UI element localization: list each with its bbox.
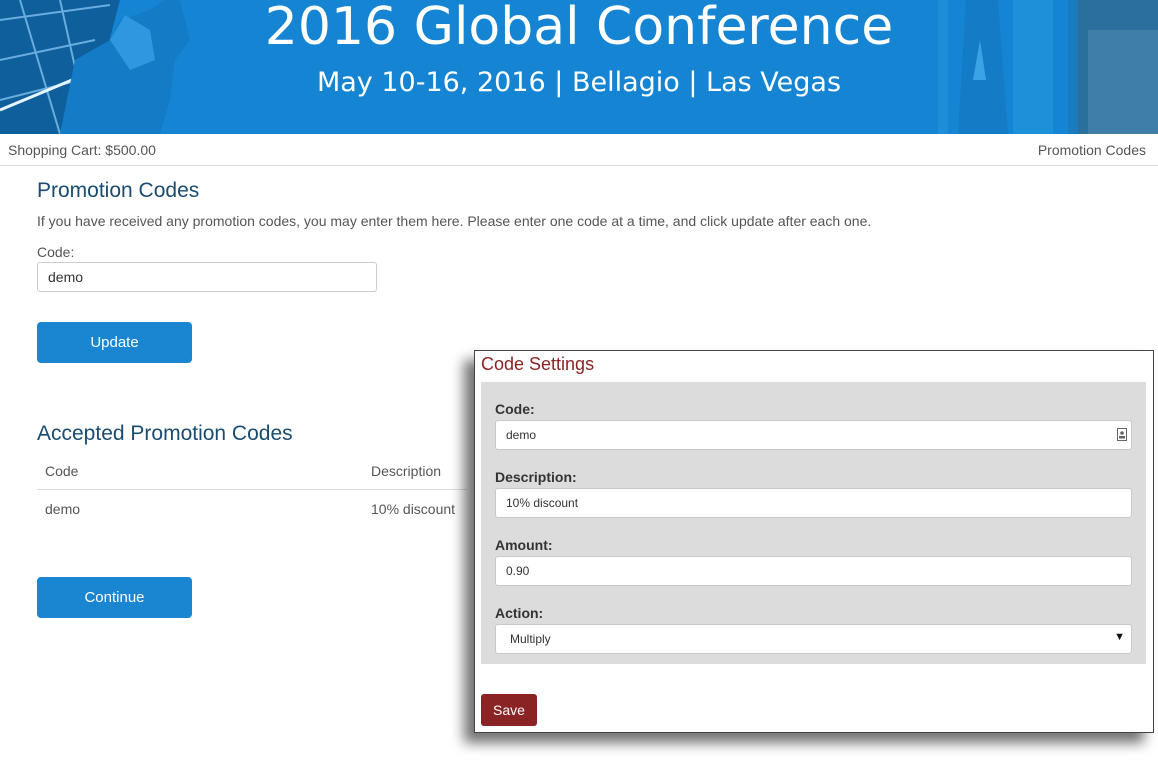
shopping-cart-link[interactable]: Shopping Cart: $500.00 [8,142,156,158]
conference-banner: 2016 Global Conference May 10-16, 2016 |… [0,0,1158,134]
settings-action-label: Action: [495,605,544,621]
code-settings-dialog: Code Settings Code: demo Description: 10… [474,350,1154,733]
row-code-cell: demo [45,501,81,517]
promotion-codes-link[interactable]: Promotion Codes [1038,142,1146,158]
accepted-codes-table-header: Code Description [37,455,467,490]
settings-description-label: Description: [495,469,577,485]
accepted-codes-heading: Accepted Promotion Codes [37,422,293,445]
code-label: Code: [37,244,75,260]
chevron-down-icon: ▼ [1114,631,1125,643]
settings-action-value: Multiply [510,632,551,646]
settings-amount-value: 0.90 [506,564,530,578]
contact-card-icon [1117,428,1127,441]
settings-description-value: 10% discount [506,496,579,510]
update-button[interactable]: Update [37,322,192,363]
settings-description-field[interactable]: 10% discount [495,488,1132,518]
top-bar: Shopping Cart: $500.00 Promotion Codes [0,134,1158,166]
column-header-code: Code [45,463,79,479]
settings-code-field[interactable]: demo [495,420,1132,450]
code-settings-title: Code Settings [481,354,595,374]
save-button[interactable]: Save [481,694,537,726]
table-row: demo 10% discount [37,490,467,528]
settings-code-label: Code: [495,401,535,417]
conference-title: 2016 Global Conference [264,0,894,57]
promotion-codes-heading: Promotion Codes [37,179,200,202]
continue-button[interactable]: Continue [37,577,192,618]
settings-amount-label: Amount: [495,537,553,553]
code-settings-form: Code: demo Description: 10% discount Amo… [481,382,1146,664]
settings-action-select[interactable]: Multiply ▼ [495,624,1132,654]
conference-subtitle: May 10-16, 2016 | Bellagio | Las Vegas [316,67,842,98]
promo-code-input[interactable] [37,262,377,292]
row-description-cell: 10% discount [371,501,456,517]
column-header-description: Description [371,463,442,479]
settings-code-value: demo [506,428,537,442]
settings-amount-field[interactable]: 0.90 [495,556,1132,586]
promotion-intro-text: If you have received any promotion codes… [37,213,872,229]
